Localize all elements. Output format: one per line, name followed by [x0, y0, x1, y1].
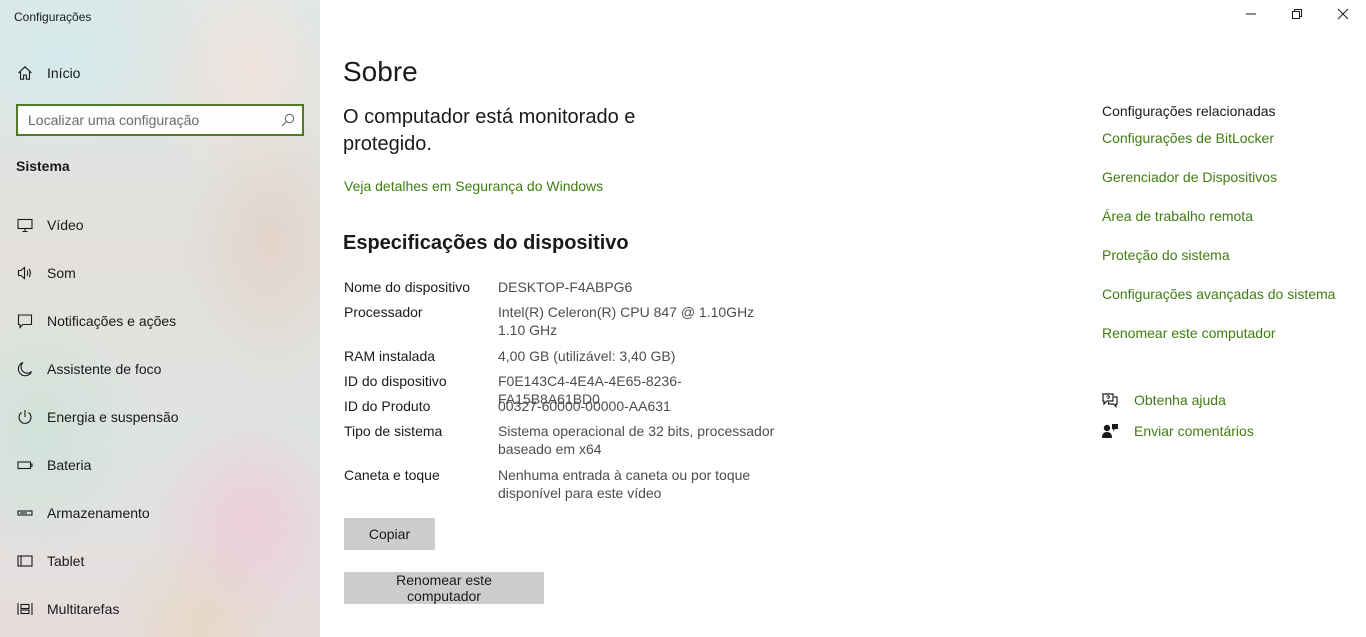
rename-pc-link[interactable]: Renomear este computador	[1102, 325, 1276, 341]
sidebar-item-home[interactable]: Início	[0, 53, 320, 93]
sidebar: Configurações Início Sistema Vídeo Som N…	[0, 0, 320, 637]
close-icon	[1337, 7, 1349, 25]
spec-key: ID do dispositivo	[344, 373, 447, 389]
get-help-link[interactable]: Obtenha ajuda	[1100, 389, 1226, 411]
search-input[interactable]	[18, 106, 268, 134]
help-chat-icon	[1100, 390, 1120, 410]
sidebar-item-label: Vídeo	[47, 217, 84, 233]
get-help-label: Obtenha ajuda	[1134, 392, 1226, 408]
protection-status: O computador está monitorado e protegido…	[343, 106, 636, 155]
advanced-system-settings-link[interactable]: Configurações avançadas do sistema	[1102, 286, 1335, 302]
page-title: Sobre	[343, 56, 418, 87]
moon-icon	[16, 360, 34, 378]
spec-value: DESKTOP-F4ABPG6	[498, 279, 633, 295]
tablet-icon	[16, 552, 34, 570]
power-icon	[16, 408, 34, 426]
device-manager-link[interactable]: Gerenciador de Dispositivos	[1102, 169, 1277, 185]
spec-value: Intel(R) Celeron(R) CPU 847 @ 1.10GHz 1.…	[498, 304, 755, 338]
minimize-icon	[1245, 7, 1257, 25]
send-feedback-label: Enviar comentários	[1134, 423, 1254, 439]
spec-key: Nome do dispositivo	[344, 279, 471, 295]
feedback-icon	[1100, 421, 1120, 441]
specs-heading: Especificações do dispositivo	[343, 232, 629, 254]
sidebar-item-notifications[interactable]: Notificações e ações	[0, 301, 320, 341]
sidebar-item-label: Tablet	[47, 553, 85, 569]
sidebar-item-multitasking[interactable]: Multitarefas	[0, 589, 320, 629]
sidebar-item-label: Energia e suspensão	[47, 409, 179, 425]
spec-value: Nenhuma entrada à caneta ou por toque di…	[498, 467, 751, 501]
spec-key: RAM instalada	[344, 348, 436, 364]
related-settings-heading: Configurações relacionadas	[1102, 103, 1276, 119]
notification-icon	[16, 312, 34, 330]
bitlocker-link[interactable]: Configurações de BitLocker	[1102, 130, 1274, 146]
sidebar-item-label: Armazenamento	[47, 505, 150, 521]
spec-key: Tipo de sistema	[344, 423, 443, 439]
sidebar-item-label: Som	[47, 265, 76, 281]
battery-icon	[16, 456, 34, 474]
remote-desktop-link[interactable]: Área de trabalho remota	[1102, 208, 1253, 224]
spec-value: 00327-60000-00000-AA631	[498, 398, 671, 414]
spec-key: Processador	[344, 304, 423, 320]
sidebar-item-label: Assistente de foco	[47, 361, 162, 377]
close-button[interactable]	[1320, 0, 1366, 32]
sidebar-item-sound[interactable]: Som	[0, 253, 320, 293]
speaker-icon	[16, 264, 34, 282]
minimize-button[interactable]	[1228, 0, 1274, 32]
sidebar-item-label: Início	[47, 65, 81, 81]
send-feedback-link[interactable]: Enviar comentários	[1100, 420, 1254, 442]
spec-key: Caneta e toque	[344, 467, 440, 483]
sidebar-item-tablet[interactable]: Tablet	[0, 541, 320, 581]
sidebar-item-video[interactable]: Vídeo	[0, 205, 320, 245]
sidebar-item-label: Notificações e ações	[47, 313, 177, 329]
copy-button[interactable]: Copiar	[344, 518, 435, 550]
sidebar-item-storage[interactable]: Armazenamento	[0, 493, 320, 533]
sidebar-item-battery[interactable]: Bateria	[0, 445, 320, 485]
search-icon[interactable]	[281, 113, 295, 127]
app-title: Configurações	[14, 10, 92, 24]
sidebar-item-focus-assist[interactable]: Assistente de foco	[0, 349, 320, 389]
search-box	[16, 104, 304, 136]
home-icon	[16, 64, 34, 82]
sidebar-item-label: Multitarefas	[47, 601, 120, 617]
rename-pc-button[interactable]: Renomear este computador	[344, 572, 544, 604]
restore-button[interactable]	[1274, 0, 1320, 32]
spec-key: ID do Produto	[344, 398, 431, 414]
restore-icon	[1291, 7, 1303, 25]
sidebar-item-label: Bateria	[47, 457, 92, 473]
storage-icon	[16, 504, 34, 522]
security-details-link[interactable]: Veja detalhes em Segurança do Windows	[344, 178, 603, 194]
monitor-icon	[16, 216, 34, 234]
sidebar-item-power[interactable]: Energia e suspensão	[0, 397, 320, 437]
spec-value: 4,00 GB (utilizável: 3,40 GB)	[498, 348, 676, 364]
multitask-icon	[16, 600, 34, 618]
section-title: Sistema	[16, 158, 70, 174]
spec-value: Sistema operacional de 32 bits, processa…	[498, 423, 775, 457]
system-protection-link[interactable]: Proteção do sistema	[1102, 247, 1230, 263]
